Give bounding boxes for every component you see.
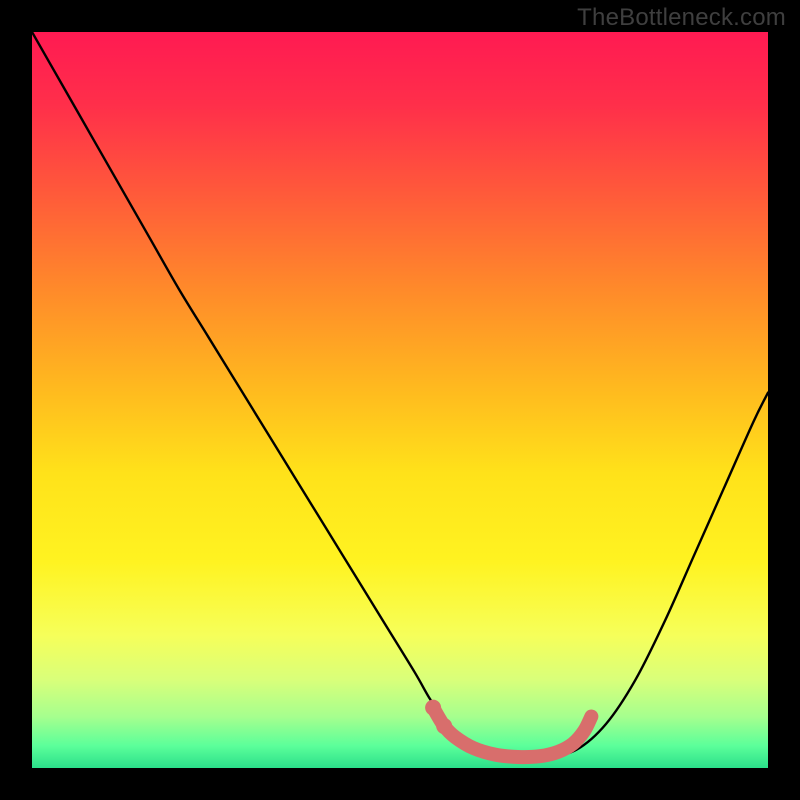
highlight-dot <box>436 718 452 734</box>
plot-svg <box>32 32 768 768</box>
plot-area <box>32 32 768 768</box>
chart-stage: TheBottleneck.com <box>0 0 800 800</box>
gradient-background <box>32 32 768 768</box>
watermark-text: TheBottleneck.com <box>577 4 786 32</box>
highlight-dot <box>425 700 441 716</box>
